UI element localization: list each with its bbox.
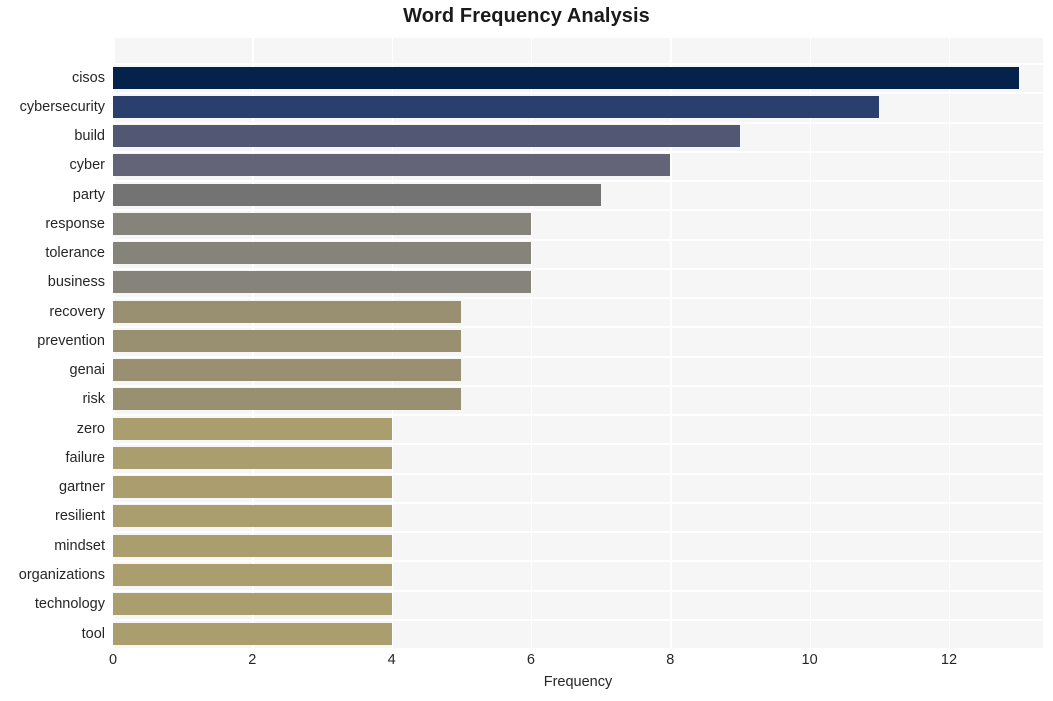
y-tick-label: recovery [49,303,105,320]
bar [113,388,462,411]
y-tick-label: tool [81,625,105,642]
x-axis-title: Frequency [543,674,613,690]
x-tick-label: 12 [940,652,958,668]
bar [113,505,392,528]
y-tick-label: mindset [54,537,105,554]
row-separator [113,502,1043,504]
bar [113,242,531,265]
bar [113,563,392,586]
row-separator [113,122,1043,124]
gridline-vertical [948,38,951,648]
row-separator [113,151,1043,153]
bar [113,329,462,352]
y-tick-label: zero [76,420,105,437]
bar [113,212,531,235]
row-separator [113,209,1043,211]
x-tick-label: 4 [387,652,396,668]
row-separator [113,531,1043,533]
chart-title: Word Frequency Analysis [403,5,650,27]
y-tick-label: business [47,274,105,291]
y-tick-label: prevention [37,332,105,349]
row-separator [113,297,1043,299]
bar [113,593,392,616]
row-separator [113,268,1043,270]
x-tick-label: 6 [526,652,536,668]
plot-area [113,38,1043,648]
y-tick-label: risk [82,391,105,408]
word-frequency-chart: Word Frequency Analysis cisos cybersecuri… [0,0,1053,701]
x-tick-label: 10 [801,652,818,668]
bar [113,183,601,206]
bar [113,300,462,323]
row-separator [113,590,1043,592]
y-tick-label: tolerance [45,245,105,262]
y-tick-label: build [74,128,105,145]
x-tick-label: 8 [666,652,675,668]
y-tick-label: response [45,215,105,232]
gridline-vertical [809,38,812,648]
row-separator [113,385,1043,387]
bar [113,359,462,382]
bar [113,622,392,645]
row-separator [113,414,1043,416]
row-separator [113,443,1043,445]
row-separator [113,180,1043,182]
y-axis-tick-labels: cisos cybersecurity build cyber party respons… [0,38,105,648]
row-separator [113,92,1043,94]
bar [113,446,392,469]
y-tick-label: resilient [55,508,105,525]
y-tick-label: organizations [18,566,105,583]
row-separator [113,326,1043,328]
y-tick-label: cisos [71,69,105,86]
y-tick-label: cyber [69,157,105,174]
row-separator [113,473,1043,475]
row-separator [113,63,1043,65]
bar [113,66,1019,89]
row-separator [113,239,1043,241]
bar [113,95,880,118]
y-tick-label: gartner [59,479,105,496]
y-tick-label: failure [65,449,106,466]
bar [113,154,671,177]
bar [113,271,531,294]
bar [113,417,392,440]
y-tick-label: party [72,186,105,203]
y-tick-label: technology [34,596,105,613]
x-tick-label: 0 [108,652,118,668]
row-separator [113,560,1043,562]
bar [113,476,392,499]
y-tick-label: cybersecurity [19,98,105,115]
x-tick-label: 2 [248,652,257,668]
row-separator [113,356,1043,358]
bar [113,125,740,148]
y-tick-label: genai [69,362,105,379]
row-separator [113,619,1043,621]
bar [113,534,392,557]
